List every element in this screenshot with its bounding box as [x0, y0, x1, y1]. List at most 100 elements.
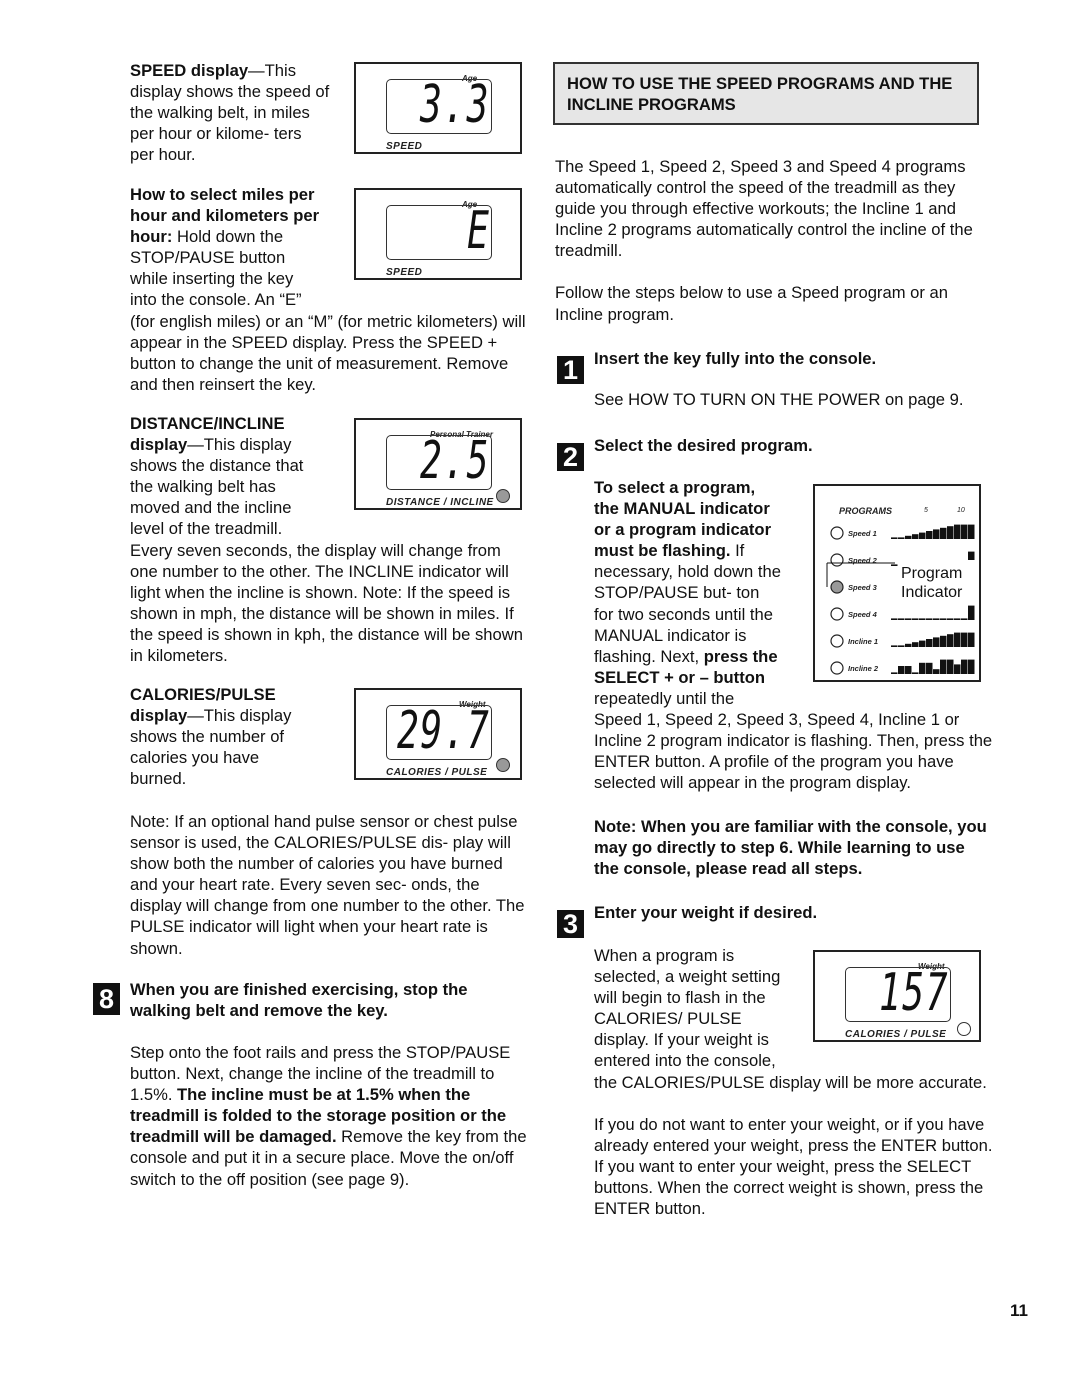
profile-bar	[905, 666, 912, 674]
profile-bar	[933, 529, 940, 539]
profile-bar	[968, 632, 975, 647]
profile-bar	[891, 537, 898, 539]
profile-bar	[926, 531, 933, 539]
profile-bar	[891, 645, 898, 647]
speed-display-heading: SPEED display	[130, 61, 249, 80]
profile-bar	[947, 526, 954, 539]
profile-bar	[961, 618, 968, 620]
profile-bar	[947, 618, 954, 620]
step-1-body: See HOW TO TURN ON THE POWER on page 9.	[594, 390, 964, 410]
lcd-bottom-label: SPEED	[386, 141, 423, 152]
profile-bar	[954, 632, 961, 647]
step-8-title: When you are finished exercising, stop t…	[130, 979, 530, 1021]
step-8-title-text: When you are finished exercising, stop t…	[130, 980, 468, 1021]
step-2-title: Select the desired program.	[594, 436, 813, 455]
profile-bar	[898, 618, 905, 620]
program-label: Speed 4	[848, 610, 878, 619]
programs-display-figure: PROGRAMS 5 10 Speed 1 Speed 2 Speed 3 Speed…	[813, 484, 981, 682]
step-3-body: When a program is selected, a weight set…	[594, 945, 994, 1219]
intro-paragraph-1: The Speed 1, Speed 2, Speed 3 and Speed …	[555, 157, 973, 261]
distance-heading-display: display	[130, 435, 188, 455]
profile-bar	[919, 532, 926, 539]
calories-heading-display: display	[130, 706, 188, 726]
profile-bar	[947, 634, 954, 647]
profile-bar	[954, 664, 961, 674]
distance-body2: Every seven seconds, the display will ch…	[130, 540, 523, 666]
profile-bar	[926, 639, 933, 647]
speed-display-section: SPEED display—This display shows the spe…	[130, 60, 330, 165]
program-label: Speed 3	[848, 583, 878, 592]
calories-note-text: Note: If an optional hand pulse sensor o…	[130, 812, 525, 958]
section-heading: HOW TO USE THE SPEED PROGRAMS AND THE IN…	[567, 74, 953, 114]
profile-bar	[968, 605, 975, 620]
profile-bar	[919, 640, 926, 647]
tick-label: 5	[924, 507, 928, 514]
program-indicator-led	[830, 634, 844, 648]
lcd-bottom-label: CALORIES / PULSE	[386, 767, 488, 778]
profile-bar	[947, 659, 954, 674]
speed-display-figure: Age 3.3 SPEED	[354, 62, 522, 154]
profile-bar	[905, 643, 912, 647]
step-2-text-2: repeatedly until the Speed 1, Speed 2, S…	[594, 688, 993, 793]
profile-bar	[968, 659, 975, 674]
step-3-body-2: If you do not want to enter your weight,…	[594, 1114, 993, 1219]
program-indicator-led	[830, 580, 844, 594]
profile-bar	[919, 662, 926, 674]
program-label: Speed 2	[848, 556, 878, 565]
profile-bar	[940, 527, 947, 539]
step-3-title-wrap: Enter your weight if desired.	[594, 902, 994, 923]
intro: The Speed 1, Speed 2, Speed 3 and Speed …	[555, 156, 995, 325]
profile-bar	[940, 659, 947, 674]
calories-section: CALORIES/PULSE display—This display shows…	[130, 684, 320, 789]
profile-bar	[912, 534, 919, 539]
step-8-body: Step onto the foot rails and press the S…	[130, 1042, 535, 1190]
tick-label: 10	[957, 507, 965, 514]
profile-bar	[954, 618, 961, 620]
program-indicator-led	[830, 607, 844, 621]
profile-bar	[912, 642, 919, 647]
step-2-title-wrap: Select the desired program.	[594, 435, 994, 456]
profile-bar	[912, 672, 919, 674]
profile-bar	[891, 564, 898, 566]
step-1: Insert the key fully into the console. S…	[594, 348, 994, 410]
callout-program: Program	[901, 565, 962, 582]
program-label: Incline 2	[848, 664, 879, 673]
step-3-badge: 3	[557, 910, 584, 939]
profile-bar	[933, 618, 940, 620]
step-1-title: Insert the key fully into the console.	[594, 349, 877, 368]
calories-display-figure: Weight 29.7 CALORIES / PULSE	[354, 688, 522, 780]
step-1-badge: 1	[557, 356, 584, 385]
calories-heading: CALORIES/PULSE	[130, 685, 276, 704]
calories-note: Note: If an optional hand pulse sensor o…	[130, 811, 530, 959]
distance-heading: DISTANCE/INCLINE	[130, 414, 285, 433]
profile-bar	[926, 618, 933, 620]
profile-bar	[933, 637, 940, 647]
profile-bar	[898, 666, 905, 674]
programs-title: PROGRAMS	[839, 506, 892, 516]
profile-bar	[968, 524, 975, 539]
lcd-digits: 29.7	[396, 701, 490, 761]
page-number: 11	[1010, 1301, 1028, 1320]
profile-bar	[912, 618, 919, 620]
step-2-bold-1: To select a program, the MANUAL indicato…	[594, 478, 772, 561]
program-indicator-led	[830, 526, 844, 540]
profile-bar	[891, 672, 898, 674]
program-indicator-led	[830, 553, 844, 567]
profile-bar	[891, 618, 898, 620]
profile-bar	[961, 659, 968, 674]
profile-bar	[926, 662, 933, 674]
profile-bar	[961, 632, 968, 647]
step-8-badge: 8	[93, 983, 120, 1015]
profile-bar	[898, 537, 905, 539]
intro-paragraph-2: Follow the steps below to use a Speed pr…	[555, 283, 948, 324]
profile-bar	[905, 618, 912, 620]
program-indicator-led	[830, 661, 844, 675]
profile-bar	[898, 645, 905, 647]
profile-bar	[919, 618, 926, 620]
program-label: Speed 1	[848, 529, 877, 538]
step-3-title: Enter your weight if desired.	[594, 903, 818, 922]
program-label: Incline 1	[848, 637, 878, 646]
distance-section: DISTANCE/INCLINE display—This display sho…	[130, 413, 530, 666]
profile-bar	[961, 524, 968, 539]
profile-bar	[905, 535, 912, 539]
